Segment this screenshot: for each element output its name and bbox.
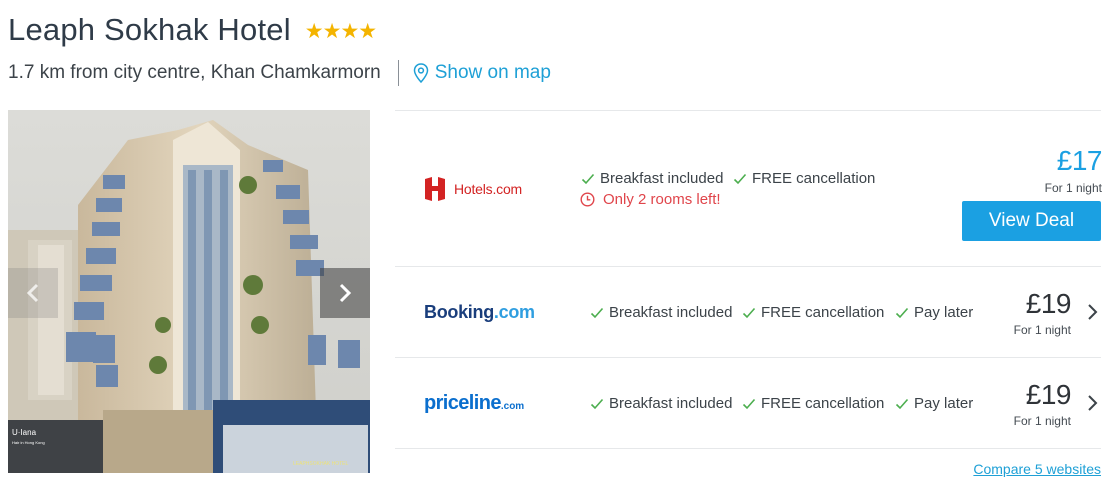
chevron-right-icon[interactable] — [1086, 393, 1100, 413]
compare-websites-link[interactable]: Compare 5 websites — [973, 461, 1101, 477]
hotel-photo[interactable]: U·Iana Hair in Hong Kong LEAPHSOKHAK HOT… — [8, 110, 370, 473]
check-icon — [742, 307, 756, 318]
provider-tld: .com — [493, 302, 535, 322]
deal-divider — [395, 266, 1101, 267]
feature-label: Breakfast included — [609, 304, 733, 321]
feature-breakfast: Breakfast included — [581, 170, 723, 187]
chevron-right-icon[interactable] — [1086, 302, 1100, 322]
bookingcom-logo: Booking .com — [424, 302, 535, 323]
feature-free-cancellation: FREE cancellation — [742, 304, 884, 321]
check-icon — [895, 398, 909, 409]
check-icon — [742, 398, 756, 409]
signage-left: U·Iana — [12, 428, 37, 437]
feature-breakfast: Breakfast included — [590, 304, 732, 321]
show-on-map-link[interactable]: Show on map — [413, 62, 551, 84]
feature-breakfast: Breakfast included — [590, 395, 732, 412]
provider-name: Booking — [424, 302, 494, 322]
feature-free-cancellation: FREE cancellation — [733, 170, 875, 187]
priceline-logo: priceline .com — [424, 392, 524, 415]
deal-price: £19 — [1025, 288, 1072, 319]
check-icon — [590, 307, 604, 318]
signage-left-sub: Hair in Hong Kong — [12, 440, 45, 445]
check-icon — [733, 173, 747, 184]
feature-label: Pay later — [914, 304, 974, 321]
feature-label: FREE cancellation — [752, 170, 876, 187]
chevron-left-icon — [26, 283, 39, 303]
signage-right: LEAPHSOKHAK HOTEL — [293, 461, 349, 467]
price-period: For 1 night — [1013, 323, 1071, 337]
divider — [397, 60, 399, 86]
provider-name: priceline — [424, 392, 501, 414]
feature-free-cancellation: FREE cancellation — [742, 395, 884, 412]
urgency-label: Only 2 rooms left! — [603, 191, 721, 208]
location-row: 1.7 km from city centre, Khan Chamkarmor… — [8, 60, 551, 86]
hotel-location: 1.7 km from city centre, Khan Chamkarmor… — [8, 62, 381, 83]
provider-tld: .com — [500, 401, 525, 412]
deal-price: £19 — [1025, 379, 1072, 410]
map-pin-icon — [413, 63, 429, 83]
deals-top-divider — [395, 110, 1101, 111]
deal-divider — [395, 448, 1101, 449]
hotelscom-logo: Hotels.com — [423, 176, 522, 202]
feature-pay-later: Pay later — [895, 395, 973, 412]
feature-label: Pay later — [914, 395, 974, 412]
check-icon — [590, 398, 604, 409]
hotel-name: Leaph Sokhak Hotel — [8, 12, 291, 47]
urgency-notice: Only 2 rooms left! — [580, 191, 721, 208]
show-on-map-label: Show on map — [434, 62, 551, 83]
feature-label: FREE cancellation — [761, 395, 885, 412]
check-icon — [895, 307, 909, 318]
check-icon — [581, 173, 595, 184]
chevron-right-icon — [339, 283, 352, 303]
feature-pay-later: Pay later — [895, 304, 973, 321]
feature-label: Breakfast included — [609, 395, 733, 412]
star-rating: ★★★★ — [304, 19, 377, 43]
deal-divider — [395, 357, 1101, 358]
price-period: For 1 night — [1044, 181, 1102, 195]
photo-next-button[interactable] — [320, 268, 370, 318]
title-row: Leaph Sokhak Hotel ★★★★ — [8, 12, 377, 48]
price-period: For 1 night — [1013, 414, 1071, 428]
hotelscom-h-icon — [425, 177, 445, 201]
feature-label: Breakfast included — [600, 170, 724, 187]
deal-price: £17 — [1056, 145, 1103, 176]
clock-icon — [580, 192, 595, 207]
hotel-building-image: U·Iana Hair in Hong Kong LEAPHSOKHAK HOT… — [8, 110, 370, 473]
feature-label: FREE cancellation — [761, 304, 885, 321]
provider-name: Hotels.com — [454, 181, 523, 197]
photo-prev-button[interactable] — [8, 268, 58, 318]
view-deal-button[interactable]: View Deal — [962, 201, 1101, 241]
